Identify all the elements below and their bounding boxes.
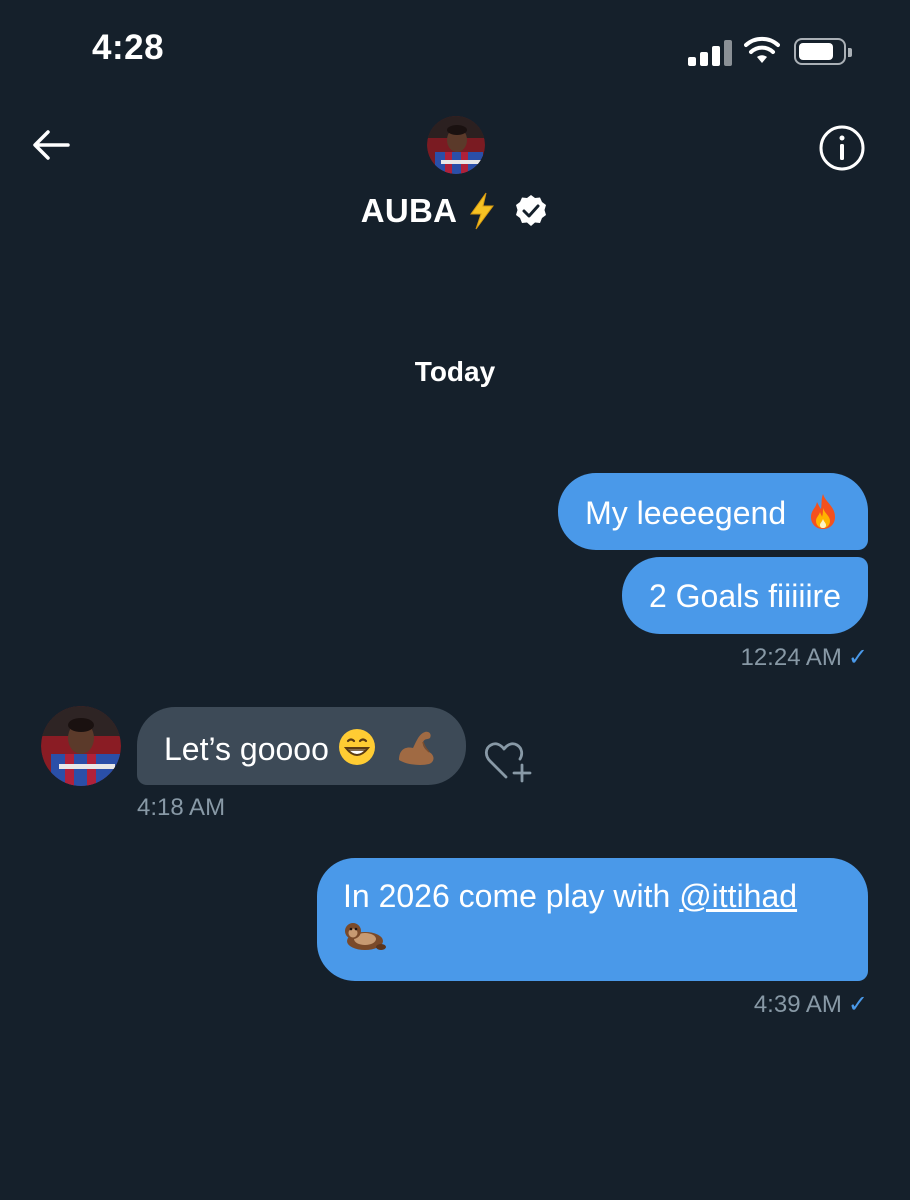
message-text: My leeeegend — [585, 495, 787, 531]
otter-emoji-icon — [345, 923, 386, 950]
timestamp-text: 4:39 AM — [753, 991, 842, 1018]
sent-check-icon: ✓ — [847, 644, 868, 671]
contact-name-row[interactable]: AUBA — [0, 192, 910, 230]
add-reaction-heart-icon[interactable] — [482, 737, 534, 785]
contact-name: AUBA — [360, 192, 458, 229]
message-text: In 2026 come play with — [343, 878, 680, 914]
message-timestamp: 4:18 AM — [137, 794, 226, 821]
battery-icon — [794, 38, 852, 65]
message-text: 2 Goals fiiiiire — [648, 578, 841, 614]
outgoing-message-bubble[interactable]: 2 Goals fiiiiire — [621, 557, 868, 634]
back-arrow-icon[interactable] — [28, 122, 74, 168]
wifi-icon — [744, 36, 780, 63]
incoming-message-bubble[interactable]: Let’s goooo — [137, 707, 466, 785]
mention-link[interactable]: @ittihad — [679, 878, 797, 914]
message-timestamp: 4:39 AM ✓ — [754, 990, 868, 1019]
outgoing-message-bubble[interactable]: In 2026 come play with @ittihad — [317, 858, 868, 981]
lightning-icon — [470, 192, 495, 230]
fire-emoji-icon — [811, 494, 835, 529]
sent-check-icon: ✓ — [847, 991, 868, 1018]
sender-avatar[interactable] — [41, 706, 121, 786]
flexed-biceps-emoji-icon — [398, 731, 434, 765]
day-separator: Today — [414, 356, 496, 387]
verified-badge-icon — [516, 195, 547, 226]
dm-conversation-screen: 4:28 AUBA Today My leeeegend 2 Goals fii… — [0, 0, 910, 1200]
grinning-face-emoji-icon — [338, 729, 375, 765]
message-text: Let’s goooo — [164, 731, 329, 767]
cellular-signal-icon — [688, 40, 736, 66]
header-avatar[interactable] — [427, 116, 485, 174]
outgoing-message-bubble[interactable]: My leeeegend — [558, 473, 868, 550]
status-time: 4:28 — [92, 28, 165, 67]
info-icon[interactable] — [818, 124, 866, 172]
timestamp-text: 12:24 AM — [740, 644, 842, 671]
message-timestamp: 12:24 AM ✓ — [740, 643, 868, 672]
